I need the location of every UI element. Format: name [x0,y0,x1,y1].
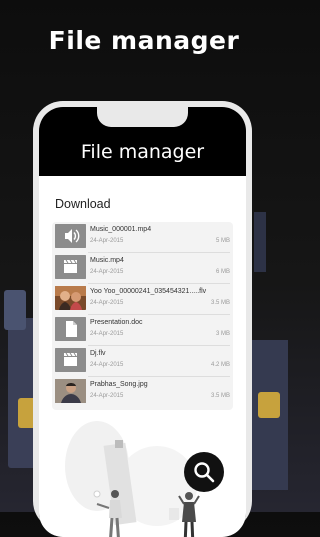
file-row[interactable]: Music_000001.mp4 24-Apr-2015 5 MB [52,222,233,253]
file-size: 3 MB [215,331,230,337]
file-row[interactable]: Yoo Yoo_00000241_035454321.....flv 24-Ap… [52,284,233,315]
file-size: 6 MB [215,269,230,275]
promo-title: File manager [48,26,240,55]
file-row[interactable]: Music.mp4 24-Apr-2015 6 MB [52,253,233,284]
file-size: 4.2 MB [210,362,230,368]
photo-thumbnail [55,379,86,403]
phone-screen: File manager Download Music_000001.mp4 2… [39,107,246,537]
file-size: 5 MB [215,238,230,244]
document-icon [55,317,86,341]
app-title: File manager [80,141,205,163]
background-decoration [254,212,266,272]
search-button[interactable] [184,452,224,492]
search-icon [194,462,215,483]
file-list: Music_000001.mp4 24-Apr-2015 5 MB Music.… [52,222,233,410]
file-name: Music_000001.mp4 [90,226,152,233]
file-row[interactable]: Presentation.doc 24-Apr-2015 3 MB [52,315,233,346]
file-name: Prabhas_Song.jpg [90,381,148,388]
app-content: Download Music_000001.mp4 24-Apr-2015 5 … [39,176,246,537]
file-date: 24-Apr-2015 [90,300,124,306]
video-icon [55,255,86,279]
file-name: Yoo Yoo_00000241_035454321.....flv [90,288,207,295]
photo-thumbnail [55,286,86,310]
section-title: Download [55,197,111,211]
file-row[interactable]: Prabhas_Song.jpg 24-Apr-2015 3.5 MB [52,377,233,408]
file-date: 24-Apr-2015 [90,238,124,244]
file-date: 24-Apr-2015 [90,362,124,368]
file-row[interactable]: Dj.flv 24-Apr-2015 4.2 MB [52,346,233,377]
file-size: 3.5 MB [210,393,230,399]
background-decoration [4,290,26,330]
file-size: 3.5 MB [210,300,230,306]
file-date: 24-Apr-2015 [90,393,124,399]
background-decoration [258,392,280,418]
phone-frame: File manager Download Music_000001.mp4 2… [33,101,252,537]
volume-icon [55,224,86,248]
file-date: 24-Apr-2015 [90,331,124,337]
file-name: Music.mp4 [90,257,124,264]
video-icon [55,348,86,372]
file-name: Dj.flv [90,350,106,357]
phone-notch [97,107,188,127]
file-name: Presentation.doc [90,319,143,326]
file-date: 24-Apr-2015 [90,269,124,275]
